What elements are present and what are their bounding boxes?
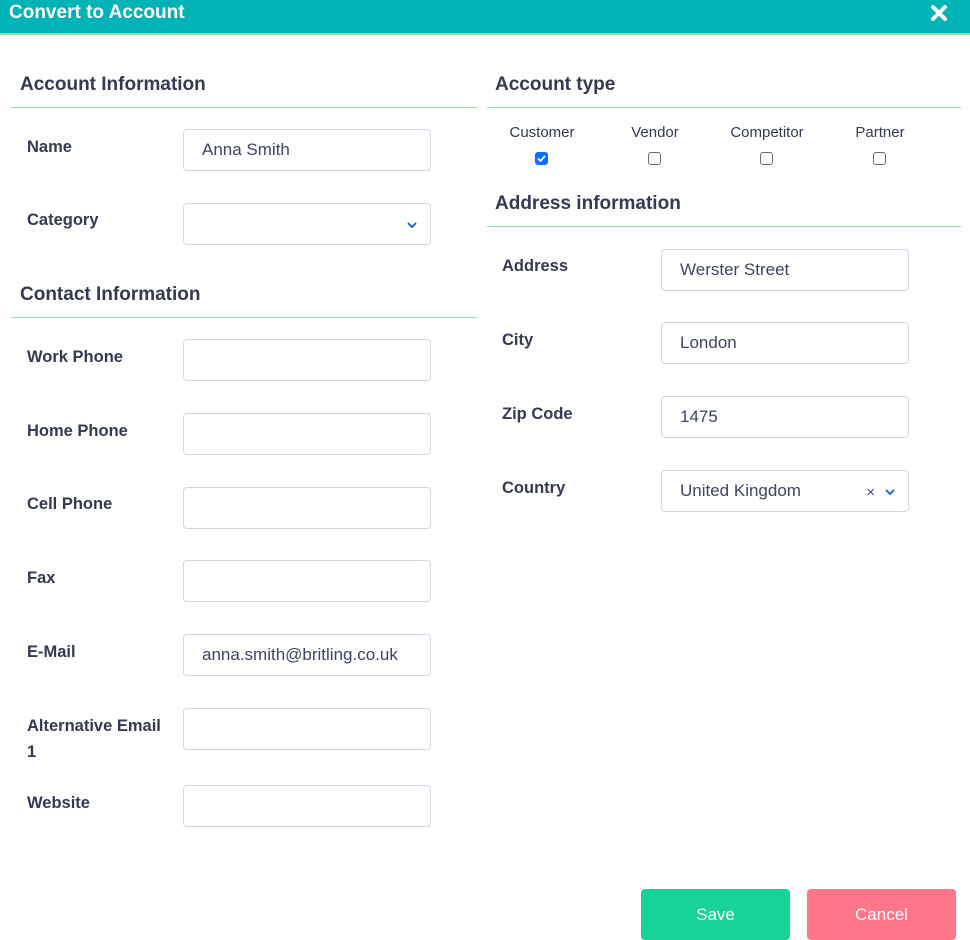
customer-label: Customer bbox=[509, 124, 575, 141]
alternative-email-input[interactable] bbox=[183, 708, 431, 750]
work-phone-label: Work Phone bbox=[27, 348, 123, 366]
partner-checkbox[interactable] bbox=[873, 152, 886, 165]
competitor-checkbox[interactable] bbox=[760, 152, 773, 165]
divider bbox=[11, 107, 477, 108]
dialog-title: Convert to Account bbox=[9, 2, 185, 23]
country-select[interactable]: United Kingdom × bbox=[661, 470, 909, 512]
zip-code-value: 1475 bbox=[680, 407, 718, 426]
address-information-heading: Address information bbox=[495, 193, 681, 214]
category-select[interactable] bbox=[183, 203, 431, 245]
city-value: London bbox=[680, 333, 737, 352]
divider bbox=[11, 317, 477, 318]
contact-information-heading: Contact Information bbox=[20, 284, 201, 305]
cancel-button[interactable]: Cancel bbox=[807, 889, 956, 940]
account-type-heading: Account type bbox=[495, 74, 616, 95]
name-input[interactable]: Anna Smith bbox=[183, 129, 431, 171]
alternative-email-label: Alternative Email 1 bbox=[27, 717, 161, 761]
cell-phone-input[interactable] bbox=[183, 487, 431, 529]
address-input[interactable]: Werster Street bbox=[661, 249, 909, 291]
clear-icon[interactable]: × bbox=[866, 484, 875, 501]
city-label: City bbox=[502, 331, 534, 349]
close-icon[interactable] bbox=[928, 2, 950, 24]
city-input[interactable]: London bbox=[661, 322, 909, 364]
dialog-header: Convert to Account bbox=[0, 0, 970, 35]
website-label: Website bbox=[27, 794, 90, 812]
category-label: Category bbox=[27, 211, 99, 229]
fax-label: Fax bbox=[27, 569, 56, 587]
address-value: Werster Street bbox=[680, 260, 790, 279]
chevron-down-icon[interactable] bbox=[406, 218, 418, 230]
name-label: Name bbox=[27, 138, 72, 156]
vendor-label: Vendor bbox=[631, 124, 679, 141]
competitor-label: Competitor bbox=[730, 124, 804, 141]
zip-code-label: Zip Code bbox=[502, 405, 573, 423]
country-label: Country bbox=[502, 479, 566, 497]
customer-checkbox[interactable] bbox=[535, 152, 548, 165]
home-phone-label: Home Phone bbox=[27, 422, 128, 440]
zip-code-input[interactable]: 1475 bbox=[661, 396, 909, 438]
divider bbox=[487, 226, 961, 227]
chevron-down-icon[interactable] bbox=[884, 485, 896, 497]
name-value: Anna Smith bbox=[202, 140, 290, 159]
fax-input[interactable] bbox=[183, 560, 431, 602]
save-button[interactable]: Save bbox=[641, 889, 790, 940]
address-label: Address bbox=[502, 257, 569, 275]
work-phone-input[interactable] bbox=[183, 339, 431, 381]
email-label: E-Mail bbox=[27, 643, 76, 661]
country-value: United Kingdom bbox=[680, 481, 801, 500]
account-information-heading: Account Information bbox=[20, 74, 206, 95]
email-input[interactable]: anna.smith@britling.co.uk bbox=[183, 634, 431, 676]
home-phone-input[interactable] bbox=[183, 413, 431, 455]
email-value: anna.smith@britling.co.uk bbox=[202, 645, 398, 664]
cell-phone-label: Cell Phone bbox=[27, 495, 113, 513]
divider bbox=[487, 107, 961, 108]
website-input[interactable] bbox=[183, 785, 431, 827]
partner-label: Partner bbox=[855, 124, 905, 141]
vendor-checkbox[interactable] bbox=[648, 152, 661, 165]
